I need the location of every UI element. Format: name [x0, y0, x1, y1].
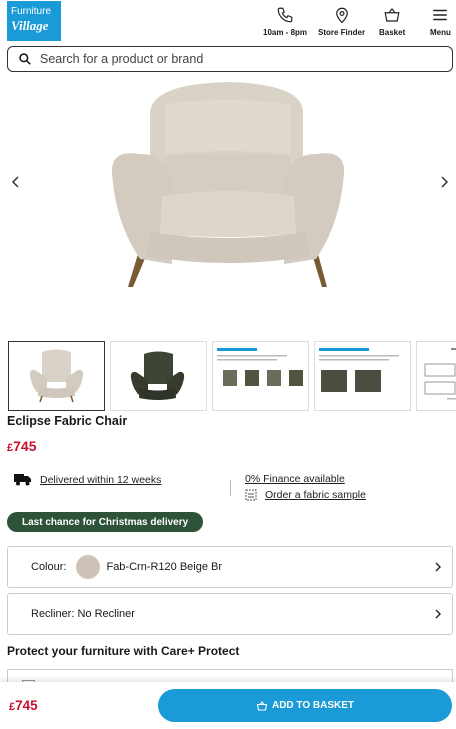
product-title: Eclipse Fabric Chair [7, 414, 128, 428]
menu-label: Menu [430, 28, 451, 37]
bottom-price-value: 745 [15, 698, 38, 713]
colour-selector[interactable]: Colour: Fab-Crn-R120 Beige Br [7, 546, 453, 588]
phone-icon [277, 7, 293, 23]
product-price: £745 [7, 438, 36, 454]
furniture-village-logo[interactable]: Furniture Village [7, 1, 61, 41]
thumbnail-green-chair[interactable] [110, 341, 207, 411]
search-input[interactable] [40, 52, 420, 66]
thumbnail-recliner-info[interactable] [314, 341, 411, 411]
recliner-text: Recliner: No Recliner [31, 608, 135, 620]
opening-hours-link[interactable]: 10am - 8pm [263, 6, 307, 37]
store-finder-label: Store Finder [318, 28, 366, 37]
leg-finishes-thumbnail-image [217, 348, 303, 386]
product-image-carousel[interactable] [0, 74, 456, 336]
chevron-left-icon [11, 176, 19, 188]
add-to-basket-label: ADD TO BASKET [271, 700, 355, 711]
dimensions-thumbnail-image [424, 348, 456, 400]
finance-text: 0% Finance available [245, 473, 345, 485]
basket-link[interactable]: Basket [379, 6, 405, 37]
thumbnail-strip [8, 341, 456, 411]
chair-product-image [111, 82, 345, 287]
site-header: Furniture Village 10am - 8pm Store Finde… [0, 0, 456, 44]
logo-line-1: Furniture [11, 6, 52, 17]
location-pin-icon [335, 7, 348, 24]
basket-label: Basket [379, 28, 406, 37]
chevron-right-icon [435, 609, 441, 619]
care-protect-heading: Protect your furniture with Care+ Protec… [7, 644, 240, 658]
bottom-price: £745 [9, 698, 38, 713]
delivery-info-link[interactable]: Delivered within 12 weeks [14, 473, 161, 486]
recliner-selector[interactable]: Recliner: No Recliner [7, 593, 453, 635]
thumbnail-beige-chair[interactable] [8, 341, 105, 411]
menu-button[interactable]: Menu [430, 6, 451, 37]
search-bar [7, 46, 453, 72]
search-icon[interactable] [18, 52, 32, 66]
thumbnail-leg-finishes[interactable] [212, 341, 309, 411]
info-divider [230, 480, 231, 496]
store-finder-link[interactable]: Store Finder [318, 6, 365, 37]
basket-icon [384, 8, 400, 22]
truck-icon [14, 474, 31, 486]
hours-label: 10am - 8pm [263, 28, 308, 37]
next-image-button[interactable] [432, 170, 456, 194]
beige-chair-thumbnail-image [29, 349, 84, 403]
chevron-right-icon [441, 176, 449, 188]
delivery-text: Delivered within 12 weeks [40, 473, 162, 486]
colour-swatch [76, 555, 101, 579]
chevron-right-icon [435, 562, 441, 572]
christmas-delivery-badge: Last chance for Christmas delivery [7, 512, 204, 532]
menu-icon [433, 9, 448, 21]
recliner-info-thumbnail-image [319, 348, 399, 392]
previous-image-button[interactable] [4, 170, 28, 194]
add-to-basket-button[interactable]: ADD TO BASKET [158, 689, 452, 722]
logo-line-2: Village [11, 18, 49, 33]
fabric-sample-icon [245, 489, 257, 501]
price-value: 745 [13, 438, 37, 454]
thumbnail-dimensions[interactable] [416, 341, 456, 411]
fabric-sample-text: Order a fabric sample [265, 489, 366, 501]
fabric-sample-link[interactable]: Order a fabric sample [245, 489, 366, 501]
finance-link[interactable]: 0% Finance available [245, 473, 345, 485]
colour-value: Fab-Crn-R120 Beige Br [106, 561, 223, 573]
sticky-basket-bar: £745 ADD TO BASKET [0, 682, 456, 729]
colour-label: Colour: [31, 561, 67, 573]
green-chair-thumbnail-image [130, 351, 185, 400]
basket-icon [256, 700, 268, 711]
